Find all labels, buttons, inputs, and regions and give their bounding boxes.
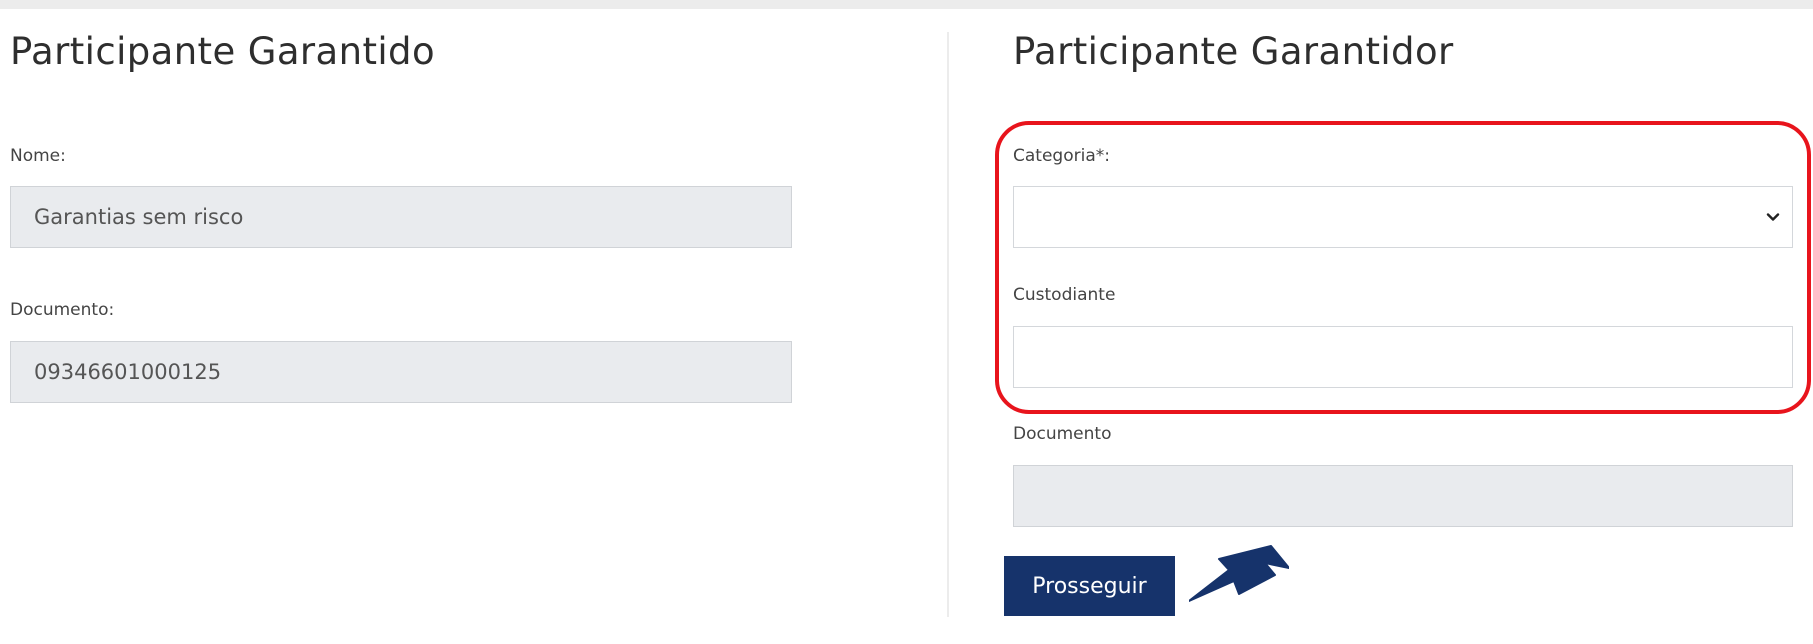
- nome-label: Nome:: [10, 146, 66, 166]
- nome-value: Garantias sem risco: [34, 205, 244, 229]
- documento-garantido-value: 09346601000125: [34, 360, 222, 384]
- nome-field[interactable]: Garantias sem risco: [10, 186, 792, 248]
- arrow-pointing-left-down-icon: [1189, 545, 1289, 602]
- column-divider: [947, 32, 949, 617]
- documento-garantidor-label: Documento: [1013, 424, 1112, 444]
- documento-garantido-field[interactable]: 09346601000125: [10, 341, 792, 403]
- highlight-annotation: [995, 121, 1811, 414]
- documento-garantido-label: Documento:: [10, 300, 115, 320]
- garantidor-title: Participante Garantidor: [1013, 30, 1454, 73]
- garantido-title: Participante Garantido: [10, 30, 435, 73]
- documento-garantidor-field[interactable]: [1013, 465, 1793, 527]
- top-strip: [0, 0, 1813, 9]
- prosseguir-button[interactable]: Prosseguir: [1004, 556, 1175, 616]
